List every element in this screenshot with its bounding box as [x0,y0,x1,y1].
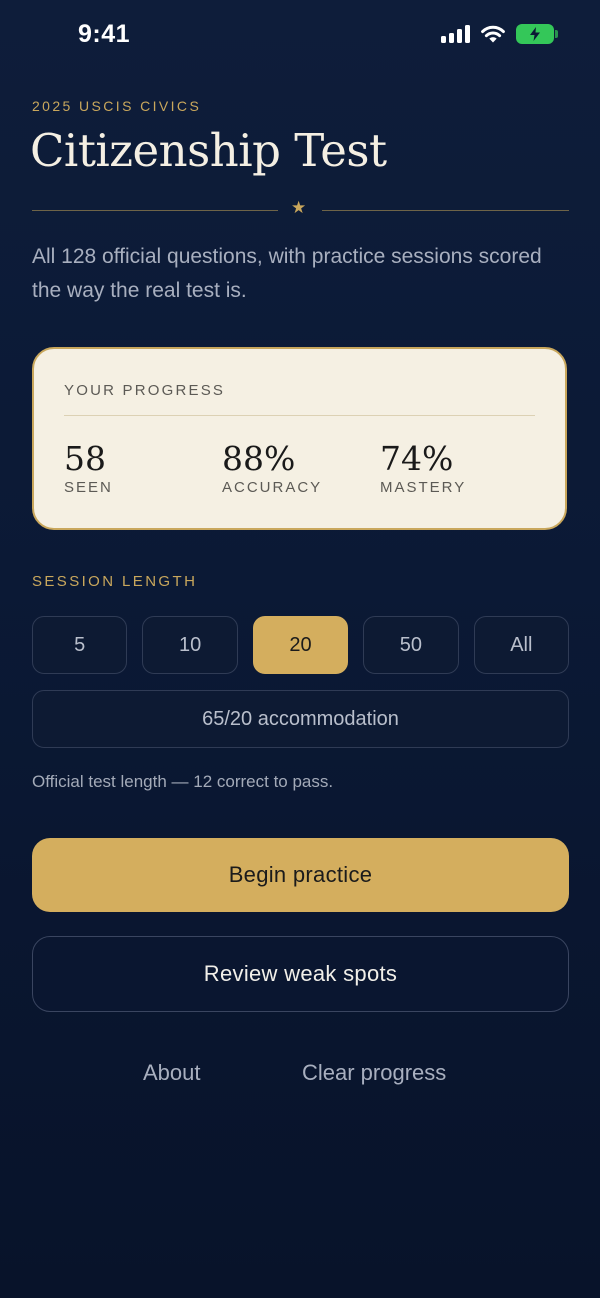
session-option-5[interactable]: 5 [32,616,128,674]
stat-caption: SEEN [64,479,113,496]
session-option-10[interactable]: 10 [142,616,238,674]
signal-icon [441,25,470,43]
eyebrow-label: 2025 USCIS CIVICS [32,98,202,114]
session-option-20[interactable]: 20 [252,616,349,674]
stat-caption: MASTERY [380,479,467,496]
divider-line-right [322,210,569,211]
stat-value: 58 [64,439,106,478]
session-length-label: SESSION LENGTH [32,573,198,590]
progress-card: YOUR PROGRESS 58 SEEN 88% ACCURACY 74% M… [32,347,567,530]
about-link[interactable]: About [143,1060,201,1086]
stat-mastery: 74% MASTERY [380,439,467,497]
accommodation-button[interactable]: 65/20 accommodation [32,690,569,748]
title-divider: ★ [32,198,569,220]
battery-charging-icon [516,24,558,44]
session-length-selector: 5 10 20 50 All [32,616,570,674]
review-weak-spots-button[interactable]: Review weak spots [32,936,569,1012]
status-time: 9:41 [78,20,131,48]
stat-value: 88% [222,439,296,478]
status-icons [441,24,558,44]
stat-caption: ACCURACY [222,479,323,496]
intro-text: All 128 official questions, with practic… [32,245,542,302]
divider-line-left [32,210,278,211]
page-title: Citizenship Test [30,124,387,177]
status-bar: 9:41 [0,0,600,72]
star-icon: ★ [291,198,307,218]
begin-practice-button[interactable]: Begin practice [32,838,569,912]
clear-progress-link[interactable]: Clear progress [302,1060,446,1086]
progress-label: YOUR PROGRESS [64,382,226,399]
stat-seen: 58 SEEN [64,439,113,497]
session-hint: Official test length — 12 correct to pas… [32,772,334,791]
stat-value: 74% [380,439,454,478]
session-option-50[interactable]: 50 [363,616,459,674]
progress-divider [64,415,535,416]
session-option-all[interactable]: All [473,616,570,674]
stat-accuracy: 88% ACCURACY [222,439,323,497]
wifi-icon [481,25,505,43]
